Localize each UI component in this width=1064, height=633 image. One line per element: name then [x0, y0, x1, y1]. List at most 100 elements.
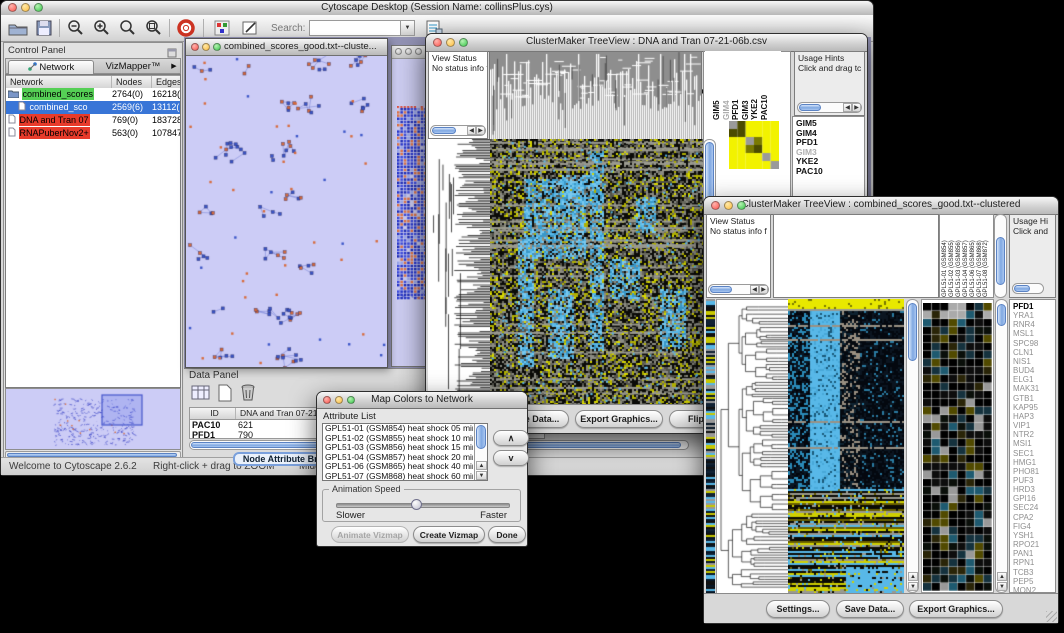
gene-label[interactable]: TCB3	[1013, 568, 1055, 577]
minimize-button[interactable]	[405, 48, 412, 55]
network-row[interactable]: DNA and Tran 07 769(0) 183728(0)	[6, 114, 180, 127]
network-row-selected[interactable]: combined_sco 2569(6) 13112(15)	[6, 101, 180, 114]
gene-label[interactable]: BUD4	[1013, 366, 1055, 375]
close-button[interactable]	[191, 43, 199, 51]
zoom-button[interactable]	[347, 396, 355, 404]
network-row[interactable]: RNAPuberNov2+ 563(0) 107847(0)	[6, 127, 180, 140]
col-header-edges[interactable]: Edges	[151, 76, 181, 88]
gene-label[interactable]: SPC98	[1013, 339, 1055, 348]
settings-button[interactable]: Settings...	[766, 600, 830, 618]
scroll-up-icon[interactable]: ▲	[908, 572, 918, 581]
zoom-out-icon[interactable]	[65, 18, 87, 38]
dialog-title-bar[interactable]: Map Colors to Network	[317, 392, 527, 409]
tv2-column-tree-panel[interactable]	[773, 214, 939, 298]
close-button[interactable]	[711, 201, 720, 210]
gene-label[interactable]: HRD3	[1013, 485, 1055, 494]
vizmap-nodes-icon[interactable]	[211, 18, 233, 38]
save-data-button[interactable]: Save Data...	[836, 600, 904, 618]
gene-label[interactable]: PHO81	[1013, 467, 1055, 476]
export-graphics-button[interactable]: Export Graphics...	[575, 410, 663, 428]
gene-label[interactable]: KAP95	[1013, 403, 1055, 412]
gene-label[interactable]: MON2	[1013, 586, 1055, 593]
animate-vizmap-button[interactable]: Animate Vizmap	[331, 526, 409, 543]
main-title-bar[interactable]: Cytoscape Desktop (Session Name: collins…	[1, 1, 873, 16]
delete-attribute-icon[interactable]	[240, 383, 257, 407]
gene-label[interactable]: PUF3	[1013, 476, 1055, 485]
gene-label[interactable]: RNR4	[1013, 320, 1055, 329]
annotation-icon[interactable]	[239, 18, 261, 38]
gene-label[interactable]: ELG1	[1013, 375, 1055, 384]
scroll-thumb[interactable]	[432, 127, 456, 134]
treeview2-title-bar[interactable]: ClusterMaker TreeView : combined_scores_…	[704, 197, 1058, 215]
close-button[interactable]	[8, 3, 17, 12]
scroll-left-icon[interactable]: ◀	[467, 126, 476, 135]
network-graph-canvas[interactable]	[187, 56, 386, 367]
gene-label[interactable]: VIP1	[1013, 421, 1055, 430]
tv2-global-strip-canvas[interactable]	[706, 299, 715, 593]
network-overview-canvas[interactable]	[6, 389, 180, 449]
tv1-heatmap-canvas[interactable]	[490, 139, 703, 404]
minimize-button[interactable]	[202, 43, 210, 51]
close-button[interactable]	[433, 38, 442, 47]
scroll-right-icon[interactable]: ▶	[852, 103, 861, 112]
gene-label[interactable]: NTR2	[1013, 430, 1055, 439]
scroll-thumb[interactable]	[996, 237, 1005, 285]
zoom-in-icon[interactable]	[91, 18, 113, 38]
scroll-right-icon[interactable]: ▶	[476, 126, 485, 135]
close-button[interactable]	[323, 396, 331, 404]
gene-label[interactable]: PFD1	[1013, 302, 1055, 311]
zoom-fit-icon[interactable]	[117, 18, 139, 38]
tv1-column-dendrogram-canvas[interactable]	[489, 51, 702, 141]
gene-label[interactable]: SEC24	[1013, 503, 1055, 512]
tv2-hints-hscrollbar[interactable]	[1012, 283, 1044, 294]
gene-label[interactable]: RPN1	[1013, 558, 1055, 567]
attribute-list-vscrollbar[interactable]: ▲ ▼	[474, 424, 487, 480]
zoom-button[interactable]	[415, 48, 422, 55]
gene-label[interactable]: YSH1	[1013, 531, 1055, 540]
scroll-up-icon[interactable]: ▲	[476, 461, 487, 470]
gene-label[interactable]: NIS1	[1013, 357, 1055, 366]
gene-label[interactable]: PAN1	[1013, 549, 1055, 558]
tv1-status-hscrollbar[interactable]: ◀ ▶	[430, 125, 486, 136]
close-button[interactable]	[395, 48, 402, 55]
gene-label[interactable]: MSI1	[1013, 439, 1055, 448]
col-header-nodes[interactable]: Nodes	[111, 76, 151, 88]
network-overview-panel[interactable]	[5, 388, 181, 450]
minimize-button[interactable]	[335, 396, 343, 404]
scroll-up-icon[interactable]: ▲	[997, 572, 1007, 581]
search-dropdown-icon[interactable]: ▼	[400, 21, 414, 35]
tv2-genes-vscrollbar[interactable]: ▲ ▼	[995, 299, 1008, 593]
scroll-left-icon[interactable]: ◀	[750, 285, 759, 294]
scroll-thumb[interactable]	[710, 286, 732, 293]
gene-label[interactable]: MAK31	[1013, 384, 1055, 393]
tab-network[interactable]: Network	[8, 60, 94, 75]
scroll-thumb[interactable]	[476, 425, 486, 449]
scroll-down-icon[interactable]: ▼	[476, 471, 487, 480]
new-attribute-icon[interactable]	[217, 384, 233, 407]
speed-slider-thumb[interactable]	[411, 499, 422, 510]
scroll-thumb[interactable]	[908, 303, 917, 361]
tv2-row-dendrogram-canvas[interactable]	[716, 299, 789, 595]
attribute-item[interactable]: GPL51-07 (GSM868) heat shock 60 min	[323, 472, 473, 481]
gene-label[interactable]: MSL1	[1013, 329, 1055, 338]
move-down-button[interactable]: v	[493, 450, 529, 466]
gene-label[interactable]: SEC1	[1013, 449, 1055, 458]
search-input[interactable]: ▼	[309, 20, 415, 36]
tv2-heatmap-canvas[interactable]	[788, 299, 904, 593]
gene-label[interactable]: CLN1	[1013, 348, 1055, 357]
export-graphics-button[interactable]: Export Graphics...	[909, 600, 1003, 618]
minimize-button[interactable]	[446, 38, 455, 47]
zoom-button[interactable]	[34, 3, 43, 12]
gene-label[interactable]: RPO21	[1013, 540, 1055, 549]
tabs-overflow-icon[interactable]: ▶	[169, 60, 179, 75]
gene-label[interactable]: FIG4	[1013, 522, 1055, 531]
minimize-button[interactable]	[724, 201, 733, 210]
tv2-heatmap-vscrollbar[interactable]: ▲ ▼	[906, 299, 919, 593]
done-button[interactable]: Done	[488, 526, 526, 543]
move-up-button[interactable]: ∧	[493, 430, 529, 446]
resize-grip[interactable]	[1046, 611, 1057, 622]
tv1-row-dendrogram-canvas[interactable]	[428, 139, 490, 404]
gene-label[interactable]: PAC10	[796, 167, 864, 177]
gene-label[interactable]: HAP3	[1013, 412, 1055, 421]
tv2-zoom-heatmap-canvas[interactable]	[923, 303, 992, 591]
